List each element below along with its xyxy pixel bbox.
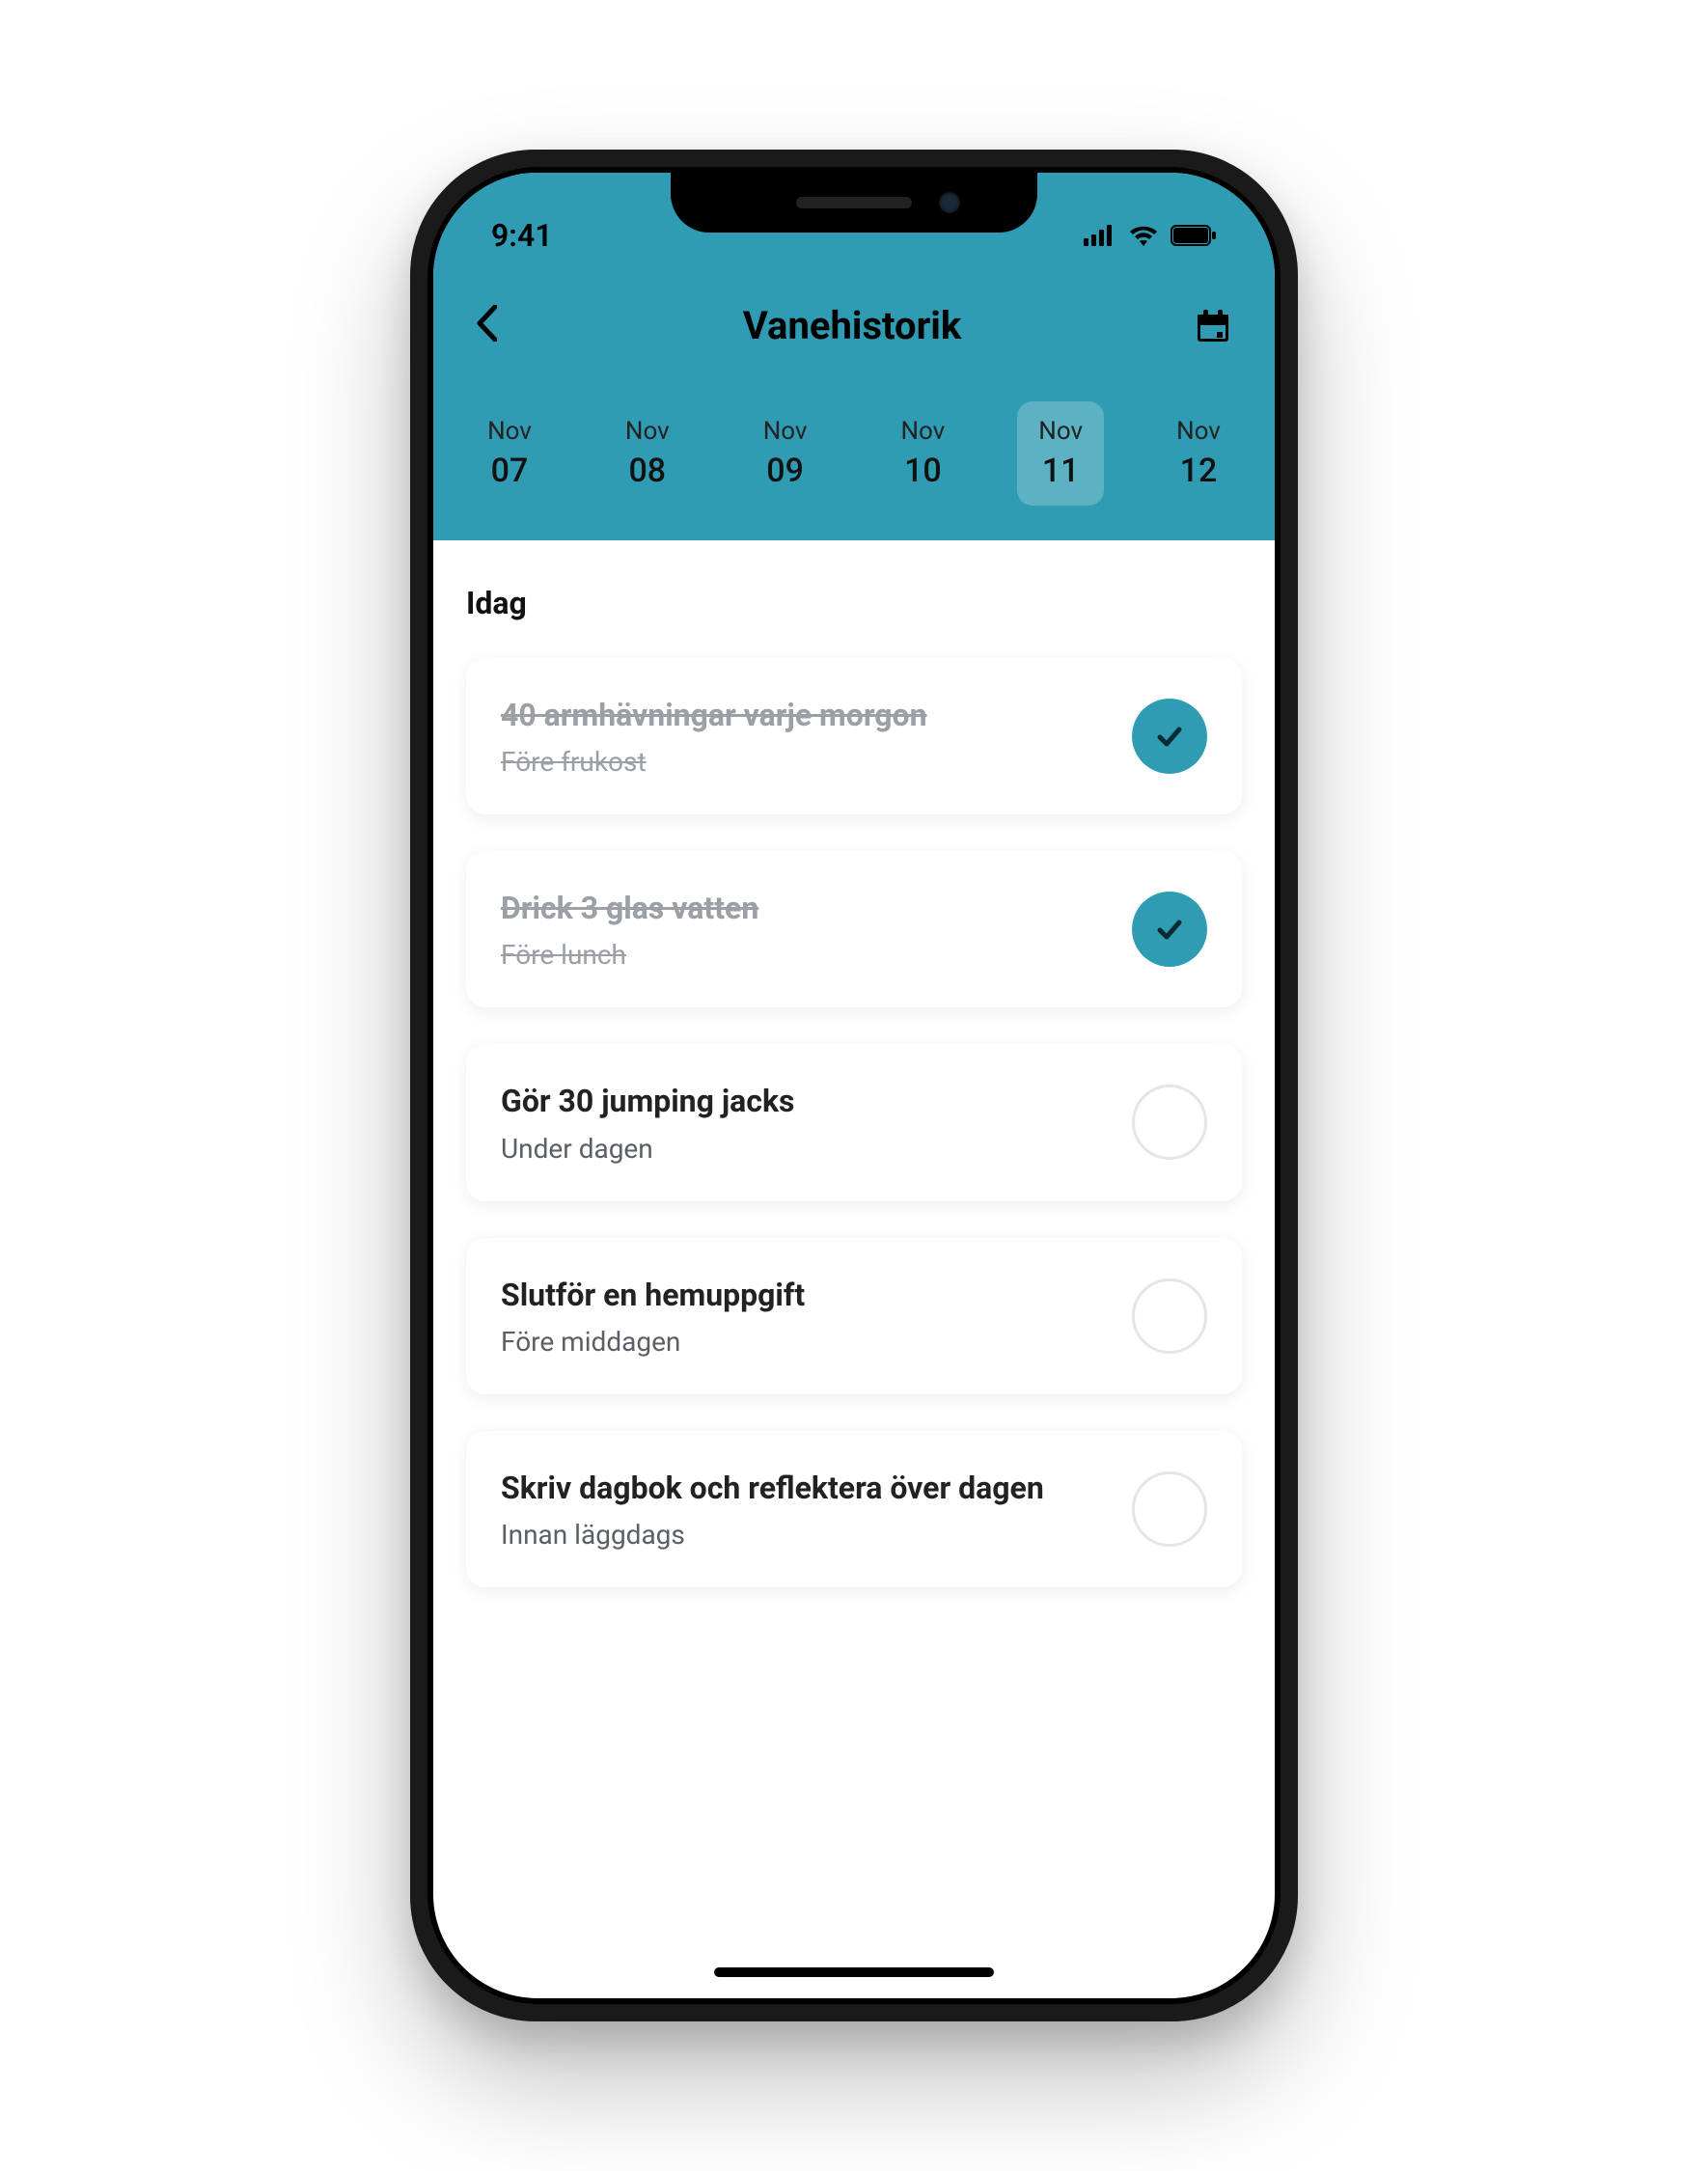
home-indicator[interactable] — [714, 1967, 994, 1977]
date-day: 08 — [621, 452, 674, 490]
habit-title: Slutför en hemuppgift — [501, 1275, 1109, 1316]
cellular-signal-icon — [1084, 217, 1116, 254]
phone-inner: 9:41 — [427, 167, 1281, 2004]
status-time: 9:41 — [491, 217, 553, 254]
date-day: 10 — [896, 452, 949, 490]
date-month: Nov — [1034, 417, 1087, 446]
date-day: 07 — [483, 452, 536, 490]
front-camera — [939, 192, 960, 213]
habit-subtitle: Före middagen — [501, 1326, 1109, 1358]
habit-title: Gör 30 jumping jacks — [501, 1081, 1109, 1122]
speaker-grille — [796, 197, 912, 208]
content: Idag 40 armhävningar varje morgon Före fr… — [433, 540, 1275, 1587]
habit-check-empty[interactable] — [1132, 1471, 1207, 1547]
habit-subtitle: Under dagen — [501, 1133, 1109, 1165]
date-cell[interactable]: Nov 10 — [879, 401, 966, 506]
habit-text: Skriv dagbok och reflektera över dagen In… — [501, 1468, 1109, 1551]
date-month: Nov — [896, 417, 949, 446]
check-icon — [1153, 913, 1186, 946]
habit-title: Drick 3 glas vatten — [501, 888, 1109, 929]
habit-title: Skriv dagbok och reflektera över dagen — [501, 1468, 1109, 1509]
date-day: 12 — [1172, 452, 1225, 490]
habit-text: Drick 3 glas vatten Före lunch — [501, 888, 1109, 971]
habit-card[interactable]: 40 armhävningar varje morgon Före frukost — [466, 658, 1242, 814]
habit-check-done[interactable] — [1132, 892, 1207, 967]
habit-card[interactable]: Slutför en hemuppgift Före middagen — [466, 1238, 1242, 1394]
date-day: 09 — [759, 452, 812, 490]
habit-card[interactable]: Gör 30 jumping jacks Under dagen — [466, 1044, 1242, 1200]
status-right — [1084, 217, 1217, 254]
date-month: Nov — [759, 417, 812, 446]
screen: 9:41 — [433, 173, 1275, 1998]
date-cell[interactable]: Nov 08 — [604, 401, 691, 506]
wifi-icon — [1128, 217, 1159, 254]
date-cell[interactable]: Nov 12 — [1155, 401, 1242, 506]
back-button[interactable] — [476, 298, 514, 353]
calendar-button[interactable] — [1190, 307, 1232, 345]
habit-check-empty[interactable] — [1132, 1278, 1207, 1354]
date-cell[interactable]: Nov 07 — [466, 401, 553, 506]
date-month: Nov — [1172, 417, 1225, 446]
habit-card[interactable]: Drick 3 glas vatten Före lunch — [466, 851, 1242, 1007]
section-label: Idag — [466, 585, 1242, 621]
habit-subtitle: Före lunch — [501, 939, 1109, 971]
phone-frame: 9:41 — [410, 150, 1298, 2021]
battery-icon — [1171, 217, 1217, 254]
habit-check-done[interactable] — [1132, 699, 1207, 774]
date-month: Nov — [483, 417, 536, 446]
page-title: Vanehistorik — [514, 303, 1190, 348]
habit-subtitle: Innan läggdags — [501, 1519, 1109, 1551]
date-cell[interactable]: Nov 11 — [1017, 401, 1104, 506]
date-cell[interactable]: Nov 09 — [742, 401, 829, 506]
habit-text: 40 armhävningar varje morgon Före frukost — [501, 695, 1109, 778]
habit-text: Gör 30 jumping jacks Under dagen — [501, 1081, 1109, 1164]
calendar-icon — [1194, 307, 1232, 345]
habit-list: 40 armhävningar varje morgon Före frukost… — [466, 658, 1242, 1587]
habit-card[interactable]: Skriv dagbok och reflektera över dagen In… — [466, 1431, 1242, 1587]
check-icon — [1153, 720, 1186, 753]
habit-text: Slutför en hemuppgift Före middagen — [501, 1275, 1109, 1358]
habit-check-empty[interactable] — [1132, 1085, 1207, 1160]
habit-subtitle: Före frukost — [501, 746, 1109, 778]
habit-title: 40 armhävningar varje morgon — [501, 695, 1109, 736]
notch — [671, 173, 1037, 233]
date-strip[interactable]: Nov 07 Nov 08 Nov 09 Nov 10 Nov 11 Nov 12 — [433, 382, 1275, 540]
date-day: 11 — [1034, 452, 1087, 490]
date-month: Nov — [621, 417, 674, 446]
nav-bar: Vanehistorik — [433, 269, 1275, 382]
